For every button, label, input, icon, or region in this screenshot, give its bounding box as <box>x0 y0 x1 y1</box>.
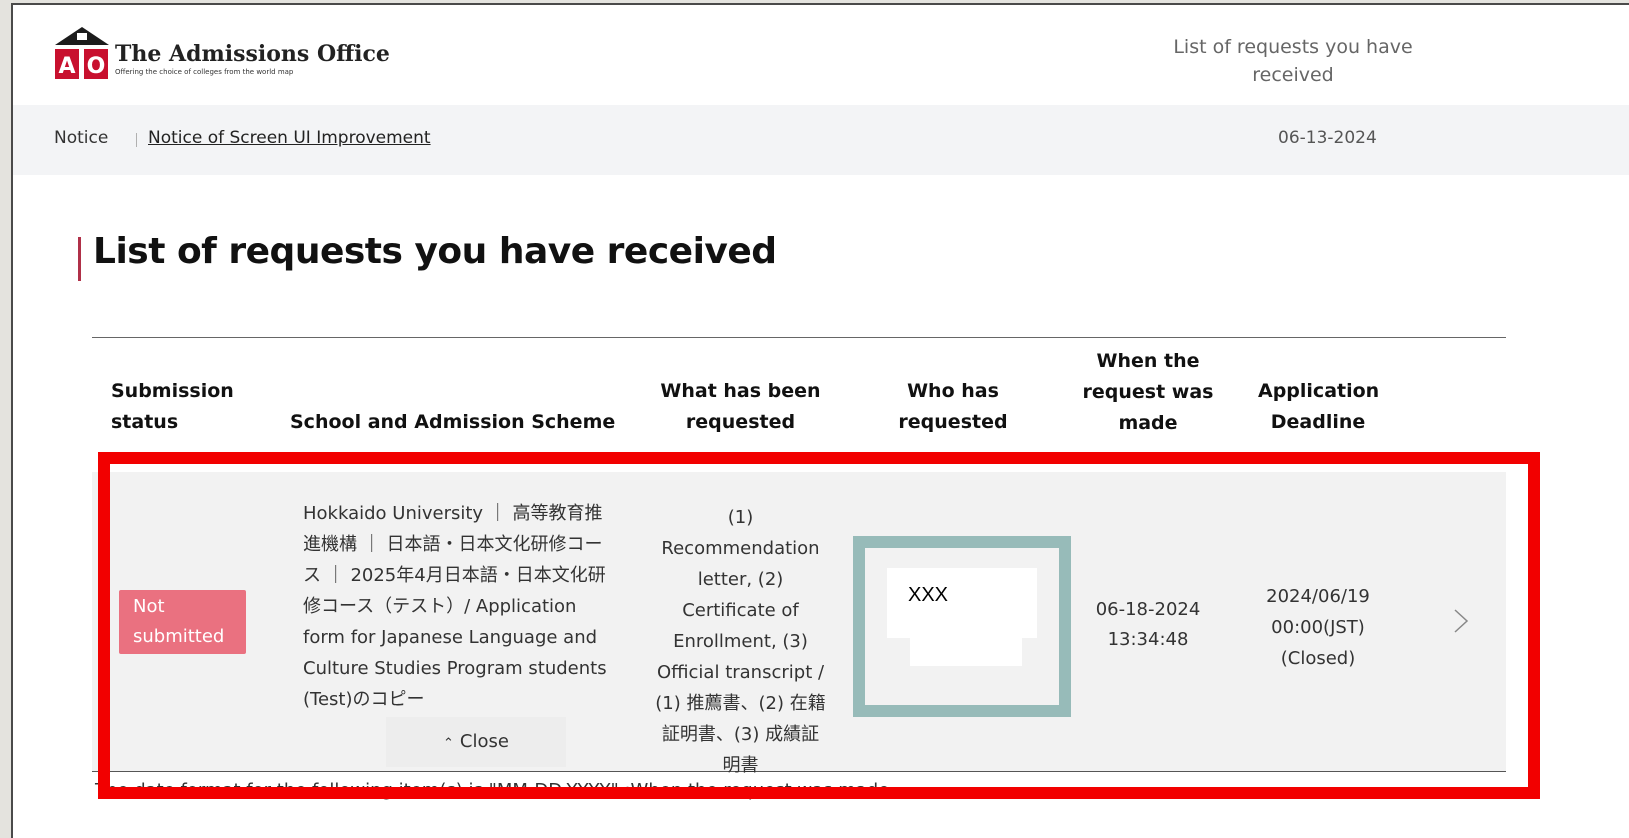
column-header-who: Who has requested <box>898 380 1008 433</box>
deadline-status: (Closed) <box>1280 648 1356 669</box>
notice-divider <box>136 133 137 147</box>
logo-icon: A O <box>55 27 109 79</box>
application-deadline: 2024/06/19 00:00(JST) (Closed) <box>1258 581 1378 674</box>
school-scheme-text: Hokkaido University ｜ 高等教育推進機構 ｜ 日本語・日本文… <box>303 503 607 710</box>
status-badge: Not submitted <box>119 590 246 654</box>
column-header-status: Submission status <box>111 380 234 433</box>
page-title: List of requests you have received <box>93 231 777 272</box>
logo-title: The Admissions Office <box>115 41 390 67</box>
column-header-when: When the request was made <box>1082 350 1214 434</box>
chevron-right-icon[interactable] <box>1453 608 1469 638</box>
browser-window: A O The Admissions Office Offering the c… <box>11 3 1629 838</box>
close-button-label: Close <box>459 731 509 752</box>
logo-letter-o: O <box>87 54 106 79</box>
request-datetime: 06-18-2024 13:34:48 <box>1088 595 1208 655</box>
notice-label: Notice <box>54 128 109 148</box>
deadline-time: 00:00(JST) <box>1271 617 1365 638</box>
requester-name: XXX <box>908 584 949 606</box>
notice-bar: Notice Notice of Screen UI Improvement 0… <box>13 105 1629 175</box>
column-header-deadline: Application Deadline <box>1258 380 1380 433</box>
date-format-footnote: The date format for the following item(s… <box>95 780 890 801</box>
column-header-requested: What has been requested <box>660 380 821 433</box>
requested-documents: (1) Recommendation letter, (2) Certifica… <box>655 507 826 776</box>
deadline-date: 2024/06/19 <box>1266 586 1370 607</box>
logo-letter-a: A <box>58 54 75 79</box>
request-date: 06-18-2024 <box>1095 599 1201 620</box>
redaction-block <box>910 630 1022 666</box>
requester-redaction: XXX <box>853 536 1071 717</box>
logo-text: The Admissions Office Offering the choic… <box>115 41 390 76</box>
column-header-school: School and Admission Scheme <box>290 411 616 433</box>
title-accent-bar <box>78 237 81 281</box>
logo[interactable]: A O <box>53 27 111 91</box>
logo-tagline: Offering the choice of colleges from the… <box>115 68 294 76</box>
request-time: 13:34:48 <box>1107 629 1189 650</box>
notice-link[interactable]: Notice of Screen UI Improvement <box>148 128 431 148</box>
site-header: A O The Admissions Office Offering the c… <box>13 5 1629 106</box>
chevron-up-icon: ⌃ <box>443 736 454 751</box>
notice-date: 06-13-2024 <box>1278 128 1377 148</box>
nav-link-requests[interactable]: List of requests you have received <box>1163 33 1423 89</box>
close-button[interactable]: ⌃ Close <box>386 717 566 767</box>
table-top-divider <box>92 337 1506 338</box>
